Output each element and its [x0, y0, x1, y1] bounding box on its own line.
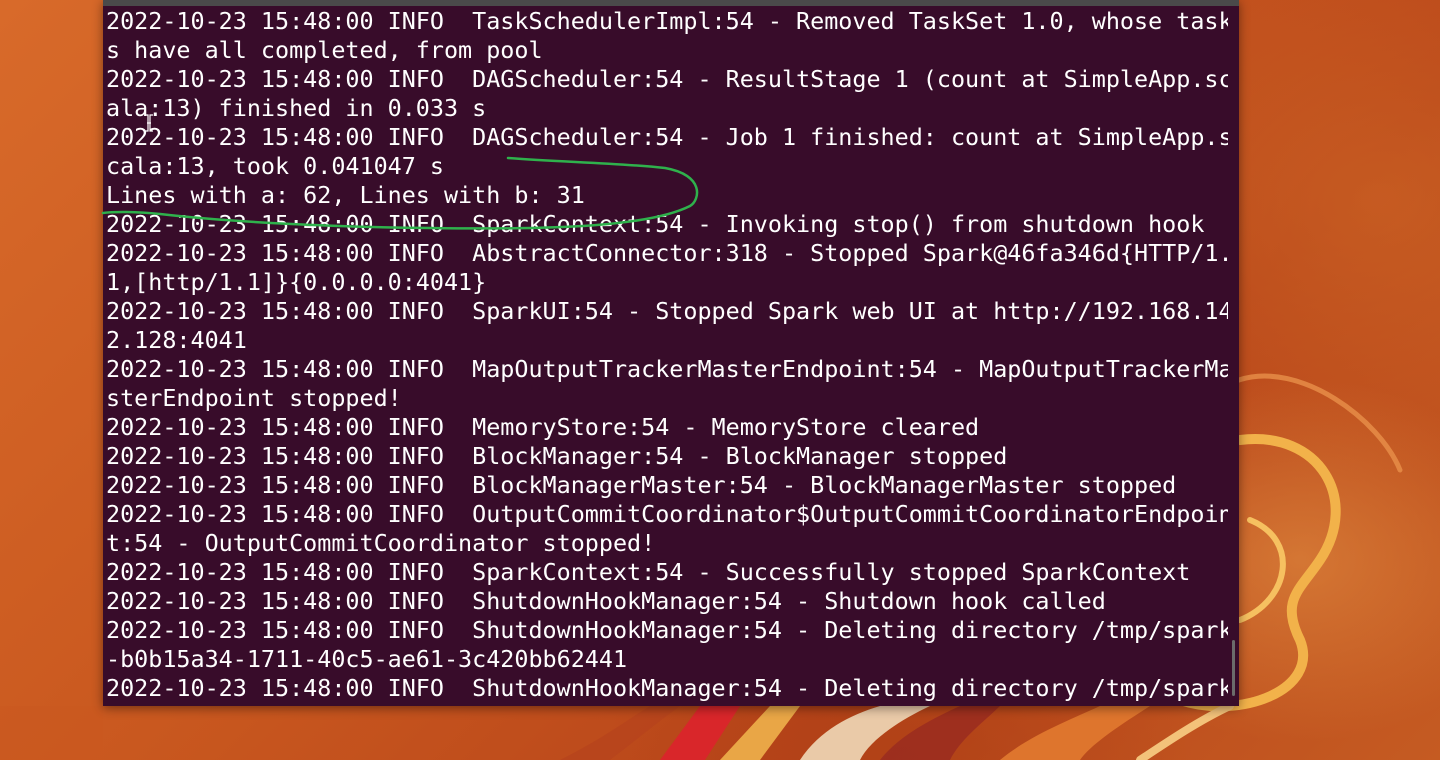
terminal-line: 2022-10-23 15:48:00 INFO MemoryStore:54 …	[106, 413, 980, 441]
terminal-scrollbar[interactable]	[1232, 640, 1235, 696]
terminal-line: ala:13) finished in 0.033 s	[106, 94, 487, 122]
terminal-line: 1,[http/1.1]}{0.0.0.0:4041}	[106, 268, 487, 296]
terminal-line: 2022-10-23 15:48:00 INFO SparkContext:54…	[106, 210, 1205, 238]
terminal-line: sterEndpoint stopped!	[106, 384, 402, 412]
terminal-output[interactable]: 2022-10-23 15:48:00 INFO TaskSchedulerIm…	[106, 7, 1228, 703]
terminal-line: 2022-10-23 15:48:00 INFO AbstractConnect…	[106, 239, 1228, 267]
terminal-line: 2022-10-23 15:48:00 INFO BlockManagerMas…	[106, 471, 1177, 499]
terminal-line: 2022-10-23 15:48:00 INFO MapOutputTracke…	[106, 355, 1228, 383]
terminal-window[interactable]: 2022-10-23 15:48:00 INFO TaskSchedulerIm…	[103, 0, 1239, 706]
terminal-line: 2022-10-23 15:48:00 INFO TaskSchedulerIm…	[106, 7, 1228, 35]
terminal-line: 2022-10-23 15:48:00 INFO SparkUI:54 - St…	[106, 297, 1228, 325]
terminal-line: 2022-10-23 15:48:00 INFO ShutdownHookMan…	[106, 674, 1228, 702]
terminal-line: cala:13, took 0.041047 s	[106, 152, 444, 180]
terminal-line: 2022-10-23 15:48:00 INFO BlockManager:54…	[106, 442, 1008, 470]
terminal-line: 2022-10-23 15:48:00 INFO OutputCommitCoo…	[106, 500, 1228, 528]
terminal-line: Lines with a: 62, Lines with b: 31	[106, 181, 585, 209]
terminal-line: 2022-10-23 15:48:00 INFO ShutdownHookMan…	[106, 616, 1228, 644]
terminal-line: -b0b15a34-1711-40c5-ae61-3c420bb62441	[106, 645, 628, 673]
text-cursor-icon	[145, 114, 153, 132]
terminal-line: 2022-10-23 15:48:00 INFO ShutdownHookMan…	[106, 587, 1106, 615]
terminal-line: 2022-10-23 15:48:00 INFO DAGScheduler:54…	[106, 123, 1228, 151]
terminal-line: 2.128:4041	[106, 326, 247, 354]
terminal-line: t:54 - OutputCommitCoordinator stopped!	[106, 529, 656, 557]
terminal-title-bar[interactable]	[103, 0, 1239, 6]
terminal-line: 2022-10-23 15:48:00 INFO DAGScheduler:54…	[106, 65, 1228, 93]
terminal-line: 2022-10-23 15:48:00 INFO SparkContext:54…	[106, 558, 1191, 586]
terminal-line: s have all completed, from pool	[106, 36, 543, 64]
